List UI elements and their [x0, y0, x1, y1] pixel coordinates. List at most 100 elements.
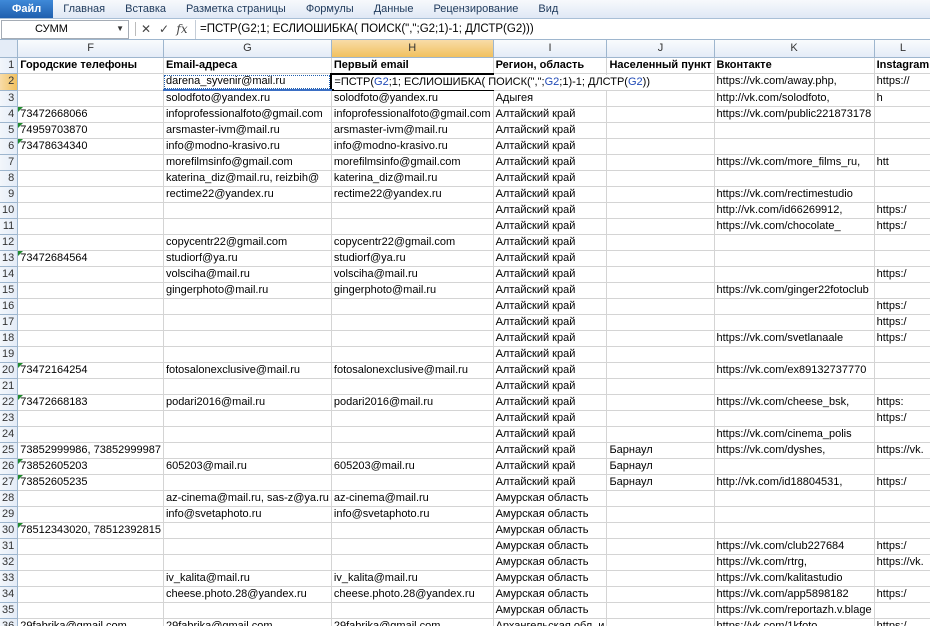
- cell-h6[interactable]: info@modno-krasivo.ru: [331, 138, 494, 155]
- cell-l6[interactable]: [874, 138, 930, 155]
- cell-l8[interactable]: [874, 170, 930, 187]
- cell-i35[interactable]: Амурская область: [493, 602, 608, 619]
- cell-h14[interactable]: volsciha@mail.ru: [331, 266, 494, 283]
- cell-g18[interactable]: [163, 330, 332, 347]
- insert-function-icon[interactable]: fx: [175, 22, 190, 36]
- cell-l35[interactable]: [874, 602, 930, 619]
- row-header[interactable]: 10: [0, 202, 19, 219]
- row-header[interactable]: 8: [0, 170, 19, 187]
- cell-k25[interactable]: https://vk.com/dyshes,: [714, 442, 875, 459]
- cell-h23[interactable]: [331, 410, 494, 427]
- cell-k24[interactable]: https://vk.com/cinema_polis: [714, 426, 875, 443]
- cell-j14[interactable]: [606, 266, 715, 283]
- cell-h30[interactable]: [331, 522, 494, 539]
- cell-j18[interactable]: [606, 330, 715, 347]
- cell-g21[interactable]: [163, 378, 332, 395]
- cell-f3[interactable]: [17, 90, 164, 107]
- cell-f14[interactable]: [17, 266, 164, 283]
- cell-i14[interactable]: Алтайский край: [493, 266, 608, 283]
- select-all-corner[interactable]: [0, 40, 19, 58]
- cell-g3[interactable]: solodfoto@yandex.ru: [163, 90, 332, 107]
- cell-f21[interactable]: [17, 378, 164, 395]
- cell-l29[interactable]: [874, 506, 930, 523]
- cell-l10[interactable]: https:/: [874, 202, 930, 219]
- ribbon-tab[interactable]: Формулы: [296, 0, 364, 18]
- cell-l1[interactable]: Instagram: [874, 57, 930, 74]
- cell-l30[interactable]: [874, 522, 930, 539]
- cell-h5[interactable]: arsmaster-ivm@mail.ru: [331, 122, 494, 139]
- cell-h19[interactable]: [331, 346, 494, 363]
- cell-l26[interactable]: [874, 458, 930, 475]
- cell-i26[interactable]: Алтайский край: [493, 458, 608, 475]
- cell-l3[interactable]: h: [874, 90, 930, 107]
- cell-g13[interactable]: studiorf@ya.ru: [163, 250, 332, 267]
- cell-i5[interactable]: Алтайский край: [493, 122, 608, 139]
- row-header[interactable]: 19: [0, 346, 19, 363]
- cell-j19[interactable]: [606, 346, 715, 363]
- cell-l7[interactable]: htt: [874, 154, 930, 171]
- cell-f1[interactable]: Городские телефоны: [17, 57, 164, 74]
- cell-g23[interactable]: [163, 410, 332, 427]
- cell-k17[interactable]: [714, 314, 875, 331]
- cell-l12[interactable]: [874, 234, 930, 251]
- row-header[interactable]: 12: [0, 234, 19, 251]
- cell-g10[interactable]: [163, 202, 332, 219]
- cell-l2[interactable]: https://: [874, 73, 930, 91]
- cell-h24[interactable]: [331, 426, 494, 443]
- cell-i12[interactable]: Алтайский край: [493, 234, 608, 251]
- cell-h13[interactable]: studiorf@ya.ru: [331, 250, 494, 267]
- cell-f29[interactable]: [17, 506, 164, 523]
- cell-h28[interactable]: az-cinema@mail.ru: [331, 490, 494, 507]
- cell-f25[interactable]: 73852999986, 73852999987: [17, 442, 164, 459]
- cell-h35[interactable]: [331, 602, 494, 619]
- cell-i7[interactable]: Алтайский край: [493, 154, 608, 171]
- cell-g26[interactable]: 605203@mail.ru: [163, 458, 332, 475]
- cell-k7[interactable]: https://vk.com/more_films_ru,: [714, 154, 875, 171]
- cell-g11[interactable]: [163, 218, 332, 235]
- cell-i33[interactable]: Амурская область: [493, 570, 608, 587]
- cell-j22[interactable]: [606, 394, 715, 411]
- cell-i19[interactable]: Алтайский край: [493, 346, 608, 363]
- row-header[interactable]: 32: [0, 554, 19, 571]
- cell-i13[interactable]: Алтайский край: [493, 250, 608, 267]
- cell-g6[interactable]: info@modno-krasivo.ru: [163, 138, 332, 155]
- cell-j12[interactable]: [606, 234, 715, 251]
- cell-i36[interactable]: Архангельская обл. и: [493, 618, 608, 626]
- cell-h17[interactable]: [331, 314, 494, 331]
- cell-k8[interactable]: [714, 170, 875, 187]
- cell-h36[interactable]: 29fabrika@gmail.com: [331, 618, 494, 626]
- cell-l9[interactable]: [874, 186, 930, 203]
- cell-j23[interactable]: [606, 410, 715, 427]
- cell-j34[interactable]: [606, 586, 715, 603]
- row-header[interactable]: 26: [0, 458, 19, 475]
- cell-j32[interactable]: [606, 554, 715, 571]
- cell-j29[interactable]: [606, 506, 715, 523]
- column-header[interactable]: K: [714, 40, 875, 58]
- cell-k31[interactable]: https://vk.com/club227684: [714, 538, 875, 555]
- ribbon-tab[interactable]: Рецензирование: [423, 0, 528, 18]
- cell-g16[interactable]: [163, 298, 332, 315]
- cell-h1[interactable]: Первый email: [331, 57, 494, 74]
- cell-g31[interactable]: [163, 538, 332, 555]
- cell-j20[interactable]: [606, 362, 715, 379]
- cell-k1[interactable]: Вконтакте: [714, 57, 875, 74]
- cell-k23[interactable]: [714, 410, 875, 427]
- ribbon-tab[interactable]: Главная: [53, 0, 115, 18]
- row-header[interactable]: 11: [0, 218, 19, 235]
- cell-g30[interactable]: [163, 522, 332, 539]
- cell-j9[interactable]: [606, 186, 715, 203]
- cell-k35[interactable]: https://vk.com/reportazh.v.blage: [714, 602, 875, 619]
- cell-k32[interactable]: https://vk.com/rtrg,: [714, 554, 875, 571]
- cell-k5[interactable]: [714, 122, 875, 139]
- formula-input[interactable]: =ПСТР(G2;1; ЕСЛИОШИБКА( ПОИСК(",";G2;1)-…: [195, 19, 930, 39]
- ribbon-tab[interactable]: Файл: [0, 0, 54, 18]
- cell-k19[interactable]: [714, 346, 875, 363]
- cell-k21[interactable]: [714, 378, 875, 395]
- cell-f22[interactable]: 73472668183: [17, 394, 164, 411]
- cell-j28[interactable]: [606, 490, 715, 507]
- cell-k29[interactable]: [714, 506, 875, 523]
- cell-g14[interactable]: volsciha@mail.ru: [163, 266, 332, 283]
- cell-i8[interactable]: Алтайский край: [493, 170, 608, 187]
- cell-i21[interactable]: Алтайский край: [493, 378, 608, 395]
- cell-g17[interactable]: [163, 314, 332, 331]
